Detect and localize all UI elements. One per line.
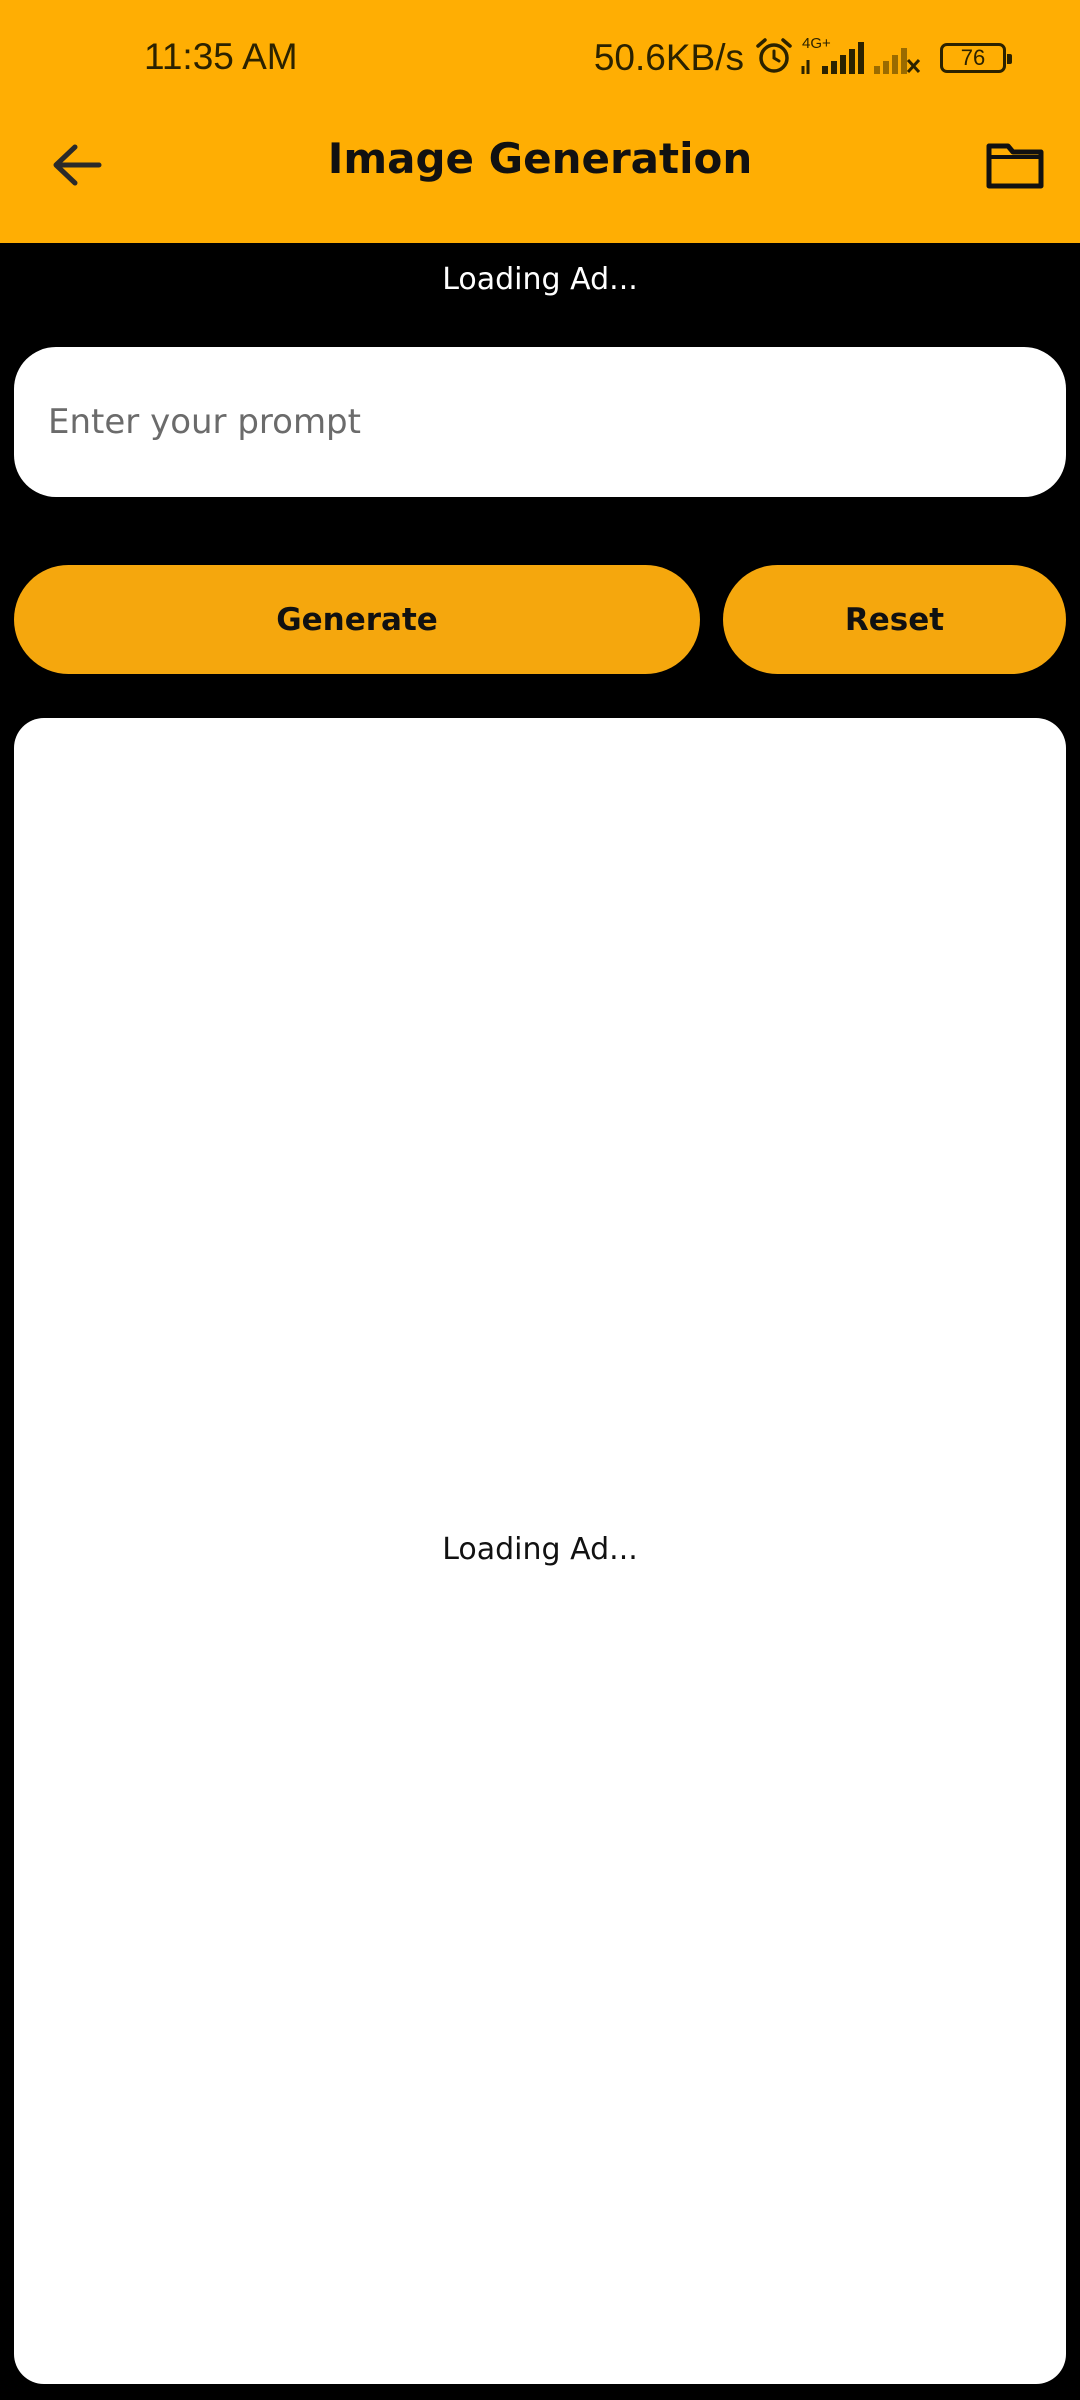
network-type-label: 4G+ (802, 36, 831, 52)
prompt-input[interactable] (14, 347, 1066, 497)
status-time: 11:35 AM (144, 36, 298, 77)
status-bar: 11:35 AM 50.6KB/s 4G+ 76 (0, 0, 1080, 120)
signal-icon: 4G+ (800, 35, 866, 81)
reset-button[interactable]: Reset (723, 565, 1066, 674)
status-indicators: 50.6KB/s 4G+ 76 (593, 34, 1012, 82)
signal-no-service-icon (872, 36, 922, 81)
app-bar: 11:35 AM 50.6KB/s 4G+ 76 Image Generatio… (0, 0, 1080, 243)
network-speed: 50.6KB/s (593, 37, 744, 78)
folder-button[interactable] (978, 134, 1052, 200)
generate-button[interactable]: Generate (14, 565, 700, 674)
battery-icon: 76 (940, 43, 1012, 73)
folder-icon (984, 139, 1046, 196)
page-title: Image Generation (327, 134, 753, 183)
alarm-icon (754, 36, 794, 81)
ad-banner-loading: Loading Ad... (442, 262, 638, 297)
ad-native-loading: Loading Ad... (442, 1532, 638, 1567)
